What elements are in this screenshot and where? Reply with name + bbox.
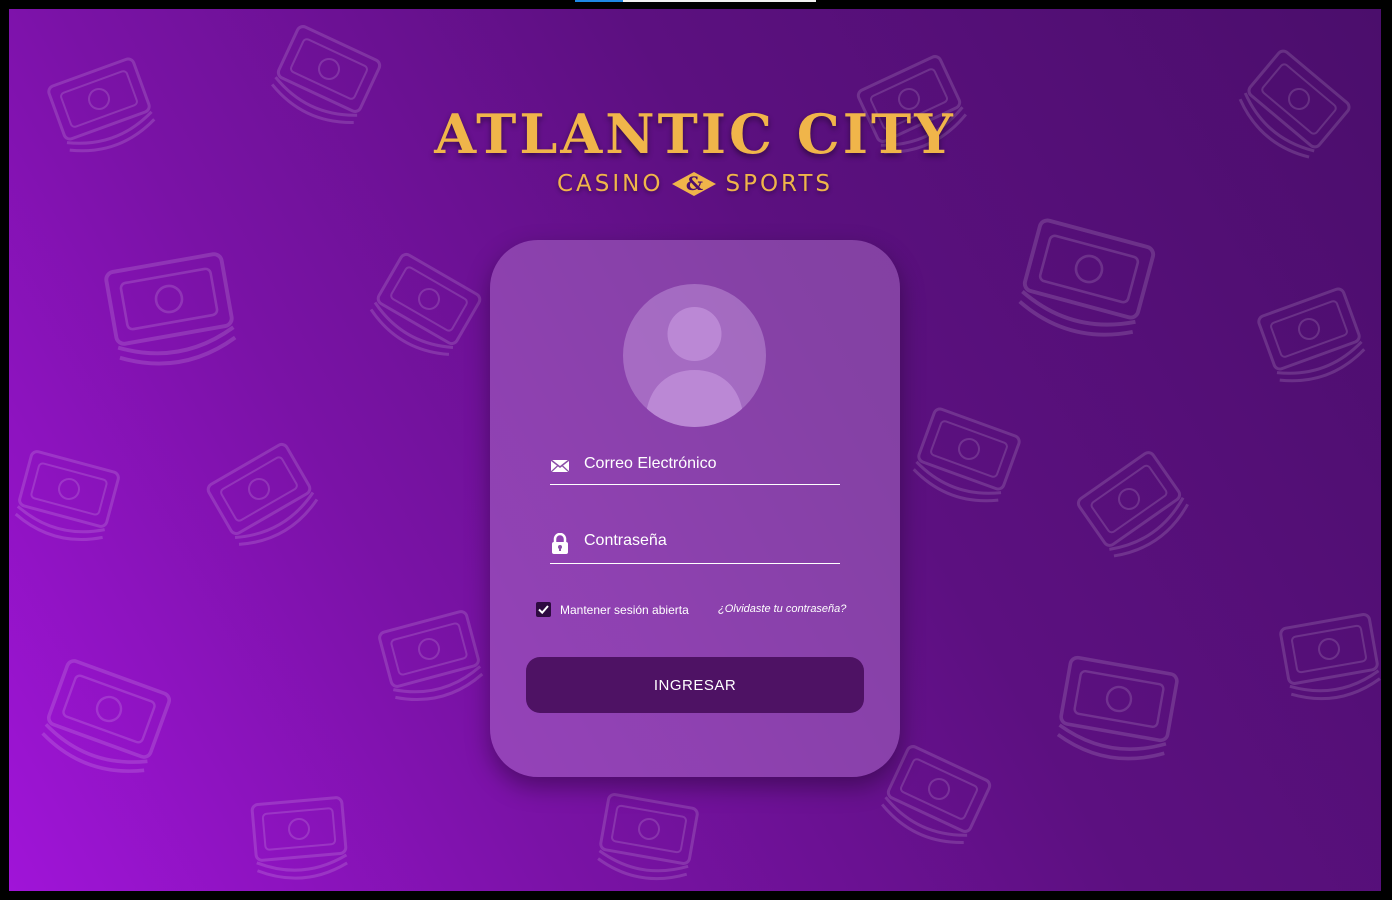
- user-silhouette-icon: [623, 284, 766, 427]
- page-load-progress-fill: [575, 0, 624, 2]
- password-input[interactable]: [584, 527, 834, 555]
- brand-logo: ATLANTIC CITY CASINO & SPORTS: [9, 99, 1381, 197]
- login-card: Mantener sesión abierta ¿Olvidaste tu co…: [490, 240, 900, 777]
- remember-me-option[interactable]: Mantener sesión abierta: [536, 601, 689, 617]
- email-input[interactable]: [584, 450, 834, 478]
- remember-me-label: Mantener sesión abierta: [560, 603, 689, 617]
- brand-title: ATLANTIC CITY: [434, 102, 956, 166]
- brand-subtitle-sports: SPORTS: [725, 171, 834, 197]
- password-field-group: [550, 521, 840, 564]
- ampersand-diamond-icon: &: [671, 171, 717, 197]
- login-button[interactable]: INGRESAR: [526, 657, 864, 713]
- lock-icon: [550, 532, 570, 554]
- brand-subtitle-ampersand: &: [685, 173, 704, 195]
- page-load-progress: [575, 0, 816, 2]
- email-field-group: [550, 444, 840, 485]
- remember-me-checkbox[interactable]: [536, 601, 551, 617]
- brand-subtitle: CASINO & SPORTS: [9, 171, 1381, 197]
- login-page: ATLANTIC CITY CASINO & SPORTS Correo Ele…: [9, 9, 1381, 891]
- brand-subtitle-casino: CASINO: [556, 171, 664, 197]
- envelope-icon: [550, 456, 570, 476]
- checkmark-icon: [538, 604, 549, 614]
- forgot-password-link[interactable]: ¿Olvidaste tu contraseña?: [718, 603, 846, 615]
